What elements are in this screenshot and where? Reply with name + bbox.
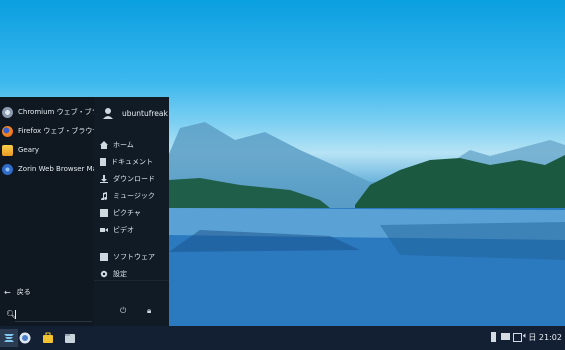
download-icon — [100, 175, 108, 183]
files-icon[interactable] — [61, 329, 79, 347]
settings-icon — [100, 270, 108, 278]
place-downloads[interactable]: ダウンロード — [100, 173, 155, 185]
volume-icon[interactable]: 🔈︎ — [523, 331, 528, 341]
chromium-icon — [2, 106, 13, 118]
place-pictures[interactable]: ピクチャ — [100, 207, 141, 219]
place-label: ホーム — [113, 141, 134, 149]
system-label: ソフトウェア — [113, 253, 155, 261]
app-item-geary[interactable]: Geary — [2, 142, 39, 158]
search-box[interactable]: 🔍︎ — [0, 304, 94, 326]
power-icon[interactable]: ⏻ — [120, 306, 126, 316]
back-button[interactable]: ← 戻る — [4, 287, 31, 297]
place-label: ビデオ — [113, 226, 134, 234]
music-icon — [101, 192, 108, 200]
place-documents[interactable]: ドキュメント — [100, 156, 153, 168]
place-label: ピクチャ — [113, 209, 141, 217]
divider — [94, 280, 169, 281]
app-label: Firefox ウェブ・ブラウザ — [18, 127, 100, 135]
browser-icon[interactable] — [16, 329, 34, 347]
place-home[interactable]: ホーム — [100, 139, 134, 151]
clock[interactable]: 日 21:02 — [528, 332, 562, 343]
place-label: ダウンロード — [113, 175, 155, 183]
display-icon[interactable] — [513, 333, 522, 342]
software-store-icon[interactable] — [39, 329, 57, 347]
start-menu: Chromium ウェブ・ブラウザ Firefox ウェブ・ブラウザ Geary… — [0, 97, 169, 326]
software-icon — [100, 253, 108, 261]
lock-icon[interactable]: 🔒︎ — [147, 306, 151, 316]
app-item-web-browser-manager[interactable]: Zorin Web Browser Man... — [2, 161, 108, 177]
picture-icon — [100, 209, 108, 217]
user-account[interactable]: ubuntufreak — [102, 107, 168, 119]
geary-icon — [2, 144, 13, 156]
search-underline — [15, 321, 92, 322]
username: ubuntufreak — [122, 108, 168, 118]
app-list: Chromium ウェブ・ブラウザ Firefox ウェブ・ブラウザ Geary… — [0, 97, 113, 280]
place-videos[interactable]: ビデオ — [100, 224, 134, 236]
user-avatar-icon — [103, 108, 113, 119]
app-label: Geary — [18, 146, 40, 154]
taskbar: 🔈︎ 日 21:02 — [0, 326, 565, 350]
system-label: 設定 — [113, 270, 127, 278]
battery-icon[interactable] — [491, 332, 496, 342]
system-software[interactable]: ソフトウェア — [100, 251, 155, 263]
system-settings[interactable]: 設定 — [100, 268, 127, 280]
place-label: ミュージック — [113, 192, 155, 200]
home-icon — [100, 141, 108, 149]
document-icon — [100, 158, 106, 166]
search-input[interactable] — [15, 310, 16, 319]
back-arrow-icon: ← — [4, 287, 11, 297]
firefox-icon — [2, 125, 13, 137]
keyboard-icon[interactable] — [501, 333, 510, 340]
place-label: ドキュメント — [111, 158, 153, 166]
video-icon — [100, 228, 108, 232]
app-item-firefox[interactable]: Firefox ウェブ・ブラウザ — [2, 123, 99, 139]
places-panel: ubuntufreak ホーム ドキュメント ダウンロード ミュージック ピクチ… — [94, 97, 169, 326]
web-browser-manager-icon — [2, 163, 13, 175]
back-label: 戻る — [16, 288, 31, 296]
place-music[interactable]: ミュージック — [100, 190, 155, 202]
